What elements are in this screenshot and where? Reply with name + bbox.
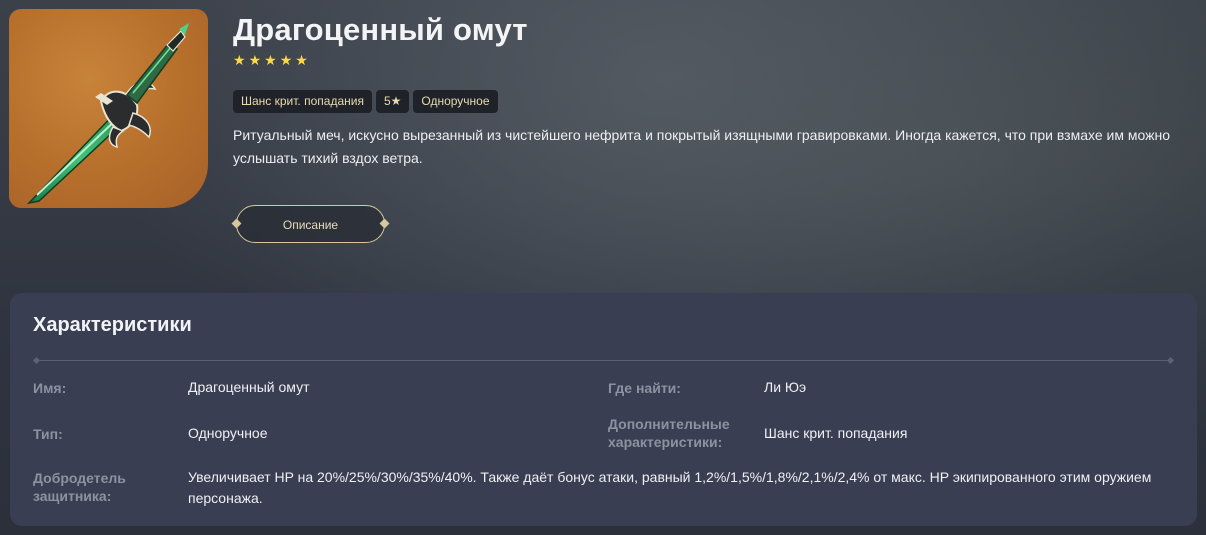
tag-rarity: 5★ <box>375 90 410 113</box>
value-where: Ли Юэ <box>764 379 807 395</box>
star-icon: ★ <box>279 53 293 69</box>
value-name: Драгоценный омут <box>188 379 310 395</box>
panel-title: Характеристики <box>33 314 192 336</box>
divider-ornament-icon <box>32 356 41 365</box>
weapon-image <box>9 9 208 208</box>
weapon-tags: Шанс крит. попадания 5★ Одноручное <box>233 90 498 113</box>
weapon-header: Драгоценный омут ★ ★ ★ ★ ★ Шанс крит. по… <box>0 0 1206 290</box>
tag-substat: Шанс крит. попадания <box>233 90 372 113</box>
description-button[interactable]: Описание <box>231 205 390 243</box>
star-icon: ★ <box>233 53 246 69</box>
label-virtue: Добродетель защитника: <box>33 470 126 504</box>
value-virtue: Увеличивает HP на 20%/25%/30%/35%/40%. Т… <box>188 469 1152 506</box>
diamond-icon <box>379 218 390 229</box>
divider-ornament-icon <box>1166 356 1175 365</box>
label-extra: Дополнительные характеристики: <box>608 416 730 450</box>
rarity-stars: ★ ★ ★ ★ ★ <box>233 52 308 70</box>
description-button-label: Описание <box>282 218 339 232</box>
star-icon: ★ <box>248 53 262 69</box>
weapon-title: Драгоценный омут <box>233 12 528 47</box>
diamond-icon <box>231 218 242 229</box>
star-icon: ★ <box>295 53 308 69</box>
label-name: Имя: <box>33 380 67 396</box>
label-where: Где найти: <box>608 380 681 396</box>
weapon-description: Ритуальный меч, искусно вырезанный из чи… <box>233 127 1170 166</box>
jade-sword-icon <box>26 23 189 205</box>
label-type: Тип: <box>33 426 63 442</box>
star-icon: ★ <box>264 53 277 69</box>
tag-weapon-type: Одноручное <box>413 90 498 113</box>
divider <box>32 356 1175 365</box>
value-extra: Шанс крит. попадания <box>764 425 908 441</box>
characteristics-panel: Характеристики Имя: Драгоценный омут Где… <box>10 293 1197 526</box>
value-type: Одноручное <box>188 425 268 441</box>
